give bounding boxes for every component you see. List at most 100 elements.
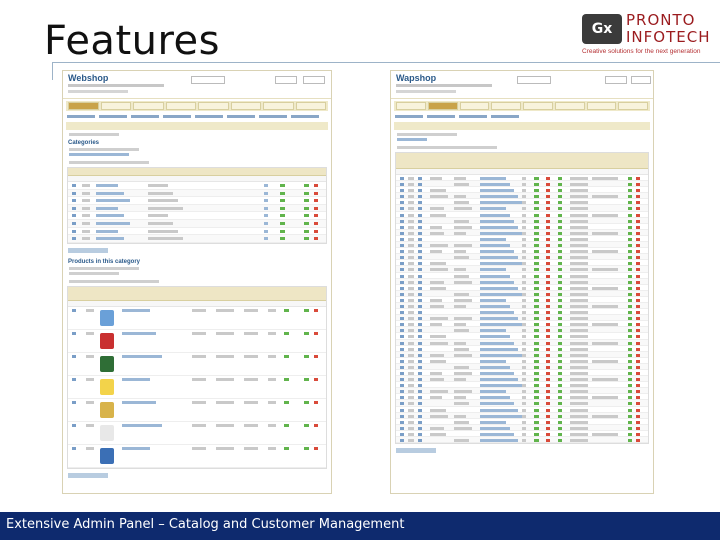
table-cell — [72, 331, 76, 335]
table-cell — [314, 377, 318, 381]
table-cell — [480, 280, 514, 284]
table-cell — [480, 189, 514, 193]
table-cell — [418, 195, 422, 199]
table-cell — [546, 365, 550, 369]
table-cell — [408, 219, 414, 223]
table-cell — [546, 213, 550, 217]
table-cell — [636, 183, 640, 187]
table-cell — [570, 262, 588, 266]
table-cell — [418, 189, 422, 193]
table-cell — [96, 221, 130, 225]
table-cell — [72, 229, 76, 233]
table-cell — [546, 292, 550, 296]
table-cell — [400, 201, 404, 205]
table-cell — [96, 184, 118, 187]
table-cell — [636, 195, 640, 199]
table-cell — [546, 237, 550, 241]
table-cell — [558, 420, 562, 424]
title-divider — [52, 62, 720, 63]
table-cell — [522, 231, 526, 235]
table-cell — [280, 221, 285, 225]
panel-line — [69, 161, 149, 164]
table-cell — [418, 384, 422, 388]
table-cell — [400, 414, 404, 418]
table-cell — [570, 298, 588, 302]
table-cell — [546, 304, 550, 308]
table-cell — [480, 244, 510, 248]
table-cell — [522, 298, 526, 302]
table-cell — [430, 378, 444, 382]
table-cell — [418, 219, 422, 223]
table-cell — [216, 354, 234, 358]
table-cell — [216, 308, 234, 312]
table-cell — [636, 359, 640, 363]
table-cell — [522, 384, 526, 388]
table-cell — [304, 237, 309, 241]
table-cell — [534, 359, 539, 363]
table-cell — [96, 214, 124, 218]
table-cell — [592, 341, 618, 345]
nav-tab — [523, 102, 553, 110]
table-cell — [570, 250, 588, 254]
table-cell — [408, 402, 414, 406]
admin-header: Wapshop — [391, 71, 653, 99]
table-cell — [570, 183, 588, 187]
table-cell — [480, 268, 506, 272]
header-button — [303, 76, 325, 84]
product-row — [68, 399, 326, 422]
product-thumbnail — [100, 424, 114, 441]
table-cell — [400, 329, 404, 333]
table-cell — [522, 262, 526, 266]
table-cell — [628, 250, 632, 254]
table-cell — [72, 400, 76, 404]
table-cell — [534, 353, 539, 357]
table-cell — [534, 304, 539, 308]
table-cell — [534, 317, 539, 321]
table-cell — [408, 268, 414, 272]
table-cell — [480, 292, 522, 296]
table-cell — [284, 377, 289, 381]
panel-line — [69, 279, 159, 283]
table-cell — [522, 329, 526, 333]
table-cell — [454, 183, 469, 187]
table-cell — [418, 365, 422, 369]
table-cell — [400, 341, 404, 345]
header-line — [396, 84, 492, 87]
table-cell — [430, 244, 448, 248]
table-cell — [268, 446, 276, 450]
table-cell — [570, 359, 588, 363]
table-cell — [454, 250, 466, 254]
table-cell — [454, 231, 466, 235]
table-cell — [546, 396, 550, 400]
table-cell — [314, 237, 318, 241]
product-row — [68, 307, 326, 330]
table-cell — [480, 329, 506, 333]
table-cell — [628, 268, 632, 272]
table-cell — [454, 372, 472, 375]
table-cell — [430, 317, 448, 321]
table-cell — [408, 329, 414, 333]
table-cell — [304, 191, 309, 195]
table-cell — [558, 244, 562, 248]
table-cell — [304, 423, 309, 427]
table-cell — [522, 201, 526, 205]
table-cell — [628, 244, 632, 248]
table-cell — [314, 214, 318, 218]
table-cell — [636, 213, 640, 217]
table-cell — [480, 177, 506, 180]
table-cell — [628, 213, 632, 217]
slide-caption: Extensive Admin Panel – Catalog and Cust… — [6, 517, 405, 532]
table-cell — [636, 231, 640, 235]
table-header — [68, 286, 326, 301]
table-cell — [534, 250, 539, 254]
table-cell — [558, 329, 562, 333]
customers-table — [395, 152, 649, 445]
table-cell — [418, 201, 422, 205]
table-cell — [430, 304, 444, 308]
table-cell — [522, 250, 526, 254]
table-cell — [522, 195, 526, 199]
table-row — [68, 235, 326, 243]
table-cell — [430, 341, 448, 345]
table-cell — [400, 250, 404, 254]
table-cell — [454, 439, 469, 443]
